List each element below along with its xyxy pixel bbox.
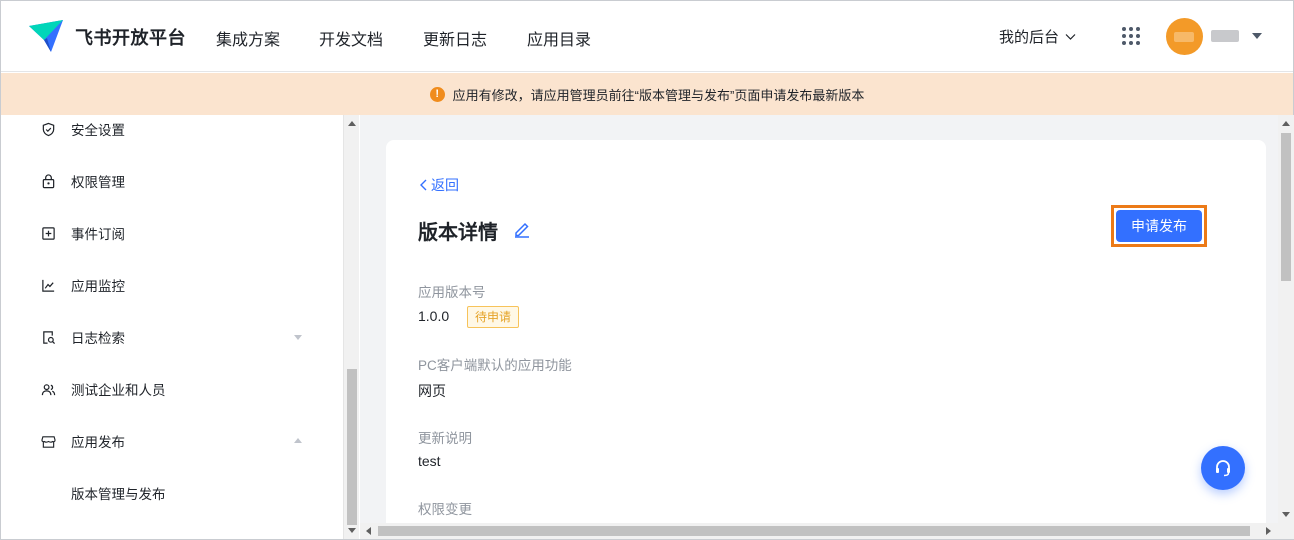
main-horizontal-scrollbar[interactable] (360, 523, 1294, 539)
my-backend-label: 我的后台 (999, 29, 1060, 46)
modification-notice: ! 应用有修改，请应用管理员前往“版本管理与发布”页面申请发布最新版本 (1, 73, 1293, 115)
back-link[interactable]: 返回 (419, 175, 459, 195)
sidebar-item-security[interactable]: 安全设置 (1, 115, 343, 149)
user-avatar[interactable] (1166, 18, 1203, 55)
line-chart-icon (42, 279, 55, 292)
back-label: 返回 (431, 177, 459, 193)
main-content: 返回 版本详情 申请发布 应用版本号 1.0.0 待申请 PC客户端默认的应用功… (360, 115, 1278, 523)
sidebar-item-label: 应用发布 (71, 435, 125, 450)
nav-solutions[interactable]: 集成方案 (216, 26, 280, 50)
sidebar-item-label: 事件订阅 (71, 227, 125, 242)
log-search-icon (43, 330, 56, 344)
sidebar-scrollbar[interactable] (343, 115, 359, 539)
apps-grid-icon[interactable] (1121, 26, 1141, 46)
caret-down-icon[interactable] (1251, 31, 1263, 41)
publish-button-highlight: 申请发布 (1111, 205, 1207, 247)
scroll-right-arrow-icon[interactable] (1266, 527, 1271, 535)
users-icon (41, 383, 56, 395)
version-number-value: 1.0.0 (418, 308, 450, 324)
scroll-down-arrow-icon[interactable] (348, 528, 356, 533)
scroll-up-arrow-icon[interactable] (1282, 121, 1290, 126)
sidebar-item-version-management[interactable]: 版本管理与发布 (1, 473, 343, 513)
scroll-up-arrow-icon[interactable] (348, 121, 356, 126)
add-box-icon (42, 226, 55, 240)
version-number-label: 应用版本号 (418, 285, 486, 300)
permission-changes-label: 权限变更 (418, 502, 472, 517)
scroll-down-arrow-icon[interactable] (1282, 512, 1290, 517)
notice-text: 应用有修改，请应用管理员前往“版本管理与发布”页面申请发布最新版本 (452, 87, 865, 103)
sidebar-item-log-search[interactable]: 日志检索 (1, 317, 343, 357)
nav-app-directory[interactable]: 应用目录 (527, 26, 591, 50)
brand-name[interactable]: 飞书开放平台 (75, 24, 186, 50)
sidebar-item-label: 日志检索 (71, 331, 125, 346)
sidebar-item-permissions[interactable]: 权限管理 (1, 161, 343, 201)
caret-up-icon (294, 438, 302, 443)
my-backend-dropdown[interactable]: 我的后台 (999, 26, 1076, 47)
scroll-left-arrow-icon[interactable] (366, 527, 371, 535)
sidebar: 安全设置 权限管理 事件订阅 应用监控 日志检索 测试企业和人员 应用发布 版本… (1, 115, 343, 539)
update-notes-label: 更新说明 (418, 431, 472, 446)
avatar-redacted-text (1174, 32, 1194, 42)
sidebar-item-label: 安全设置 (71, 123, 125, 138)
scrollbar-thumb[interactable] (1281, 133, 1291, 281)
update-notes-value: test (418, 453, 441, 469)
nav-changelog[interactable]: 更新日志 (423, 26, 487, 50)
username-redacted[interactable] (1211, 30, 1239, 42)
chevron-down-icon (1065, 33, 1076, 40)
top-navigation-bar: 飞书开放平台 集成方案 开发文档 更新日志 应用目录 我的后台 (1, 1, 1293, 72)
page-title: 版本详情 (418, 222, 498, 244)
feishu-logo-icon[interactable] (27, 18, 65, 56)
chevron-left-icon (420, 179, 427, 191)
sidebar-item-event-subscription[interactable]: 事件订阅 (1, 213, 343, 253)
sidebar-item-test-enterprise-users[interactable]: 测试企业和人员 (1, 369, 343, 409)
apply-publish-button[interactable]: 申请发布 (1116, 210, 1202, 242)
sidebar-item-label: 测试企业和人员 (71, 383, 166, 398)
pc-default-feature-label: PC客户端默认的应用功能 (418, 358, 572, 373)
store-icon (41, 435, 56, 448)
sidebar-item-app-publish[interactable]: 应用发布 (1, 421, 343, 461)
pc-default-feature-value: 网页 (418, 383, 446, 399)
sidebar-item-label: 应用监控 (71, 279, 125, 294)
main-vertical-scrollbar[interactable] (1278, 115, 1294, 523)
customer-support-button[interactable] (1201, 446, 1245, 490)
shield-icon (42, 122, 55, 136)
headset-icon (1216, 460, 1230, 477)
scrollbar-thumb[interactable] (347, 369, 357, 525)
sidebar-item-label: 权限管理 (71, 175, 125, 190)
edit-pencil-icon[interactable] (513, 220, 531, 238)
version-detail-card: 返回 版本详情 申请发布 应用版本号 1.0.0 待申请 PC客户端默认的应用功… (386, 140, 1266, 523)
lock-icon (42, 173, 55, 188)
status-badge: 待申请 (467, 306, 520, 328)
warning-icon: ! (429, 86, 445, 102)
nav-docs[interactable]: 开发文档 (319, 26, 383, 50)
caret-down-icon (294, 335, 302, 340)
sidebar-item-app-monitoring[interactable]: 应用监控 (1, 265, 343, 305)
scrollbar-thumb[interactable] (378, 526, 1250, 536)
sidebar-item-label: 版本管理与发布 (71, 487, 166, 502)
